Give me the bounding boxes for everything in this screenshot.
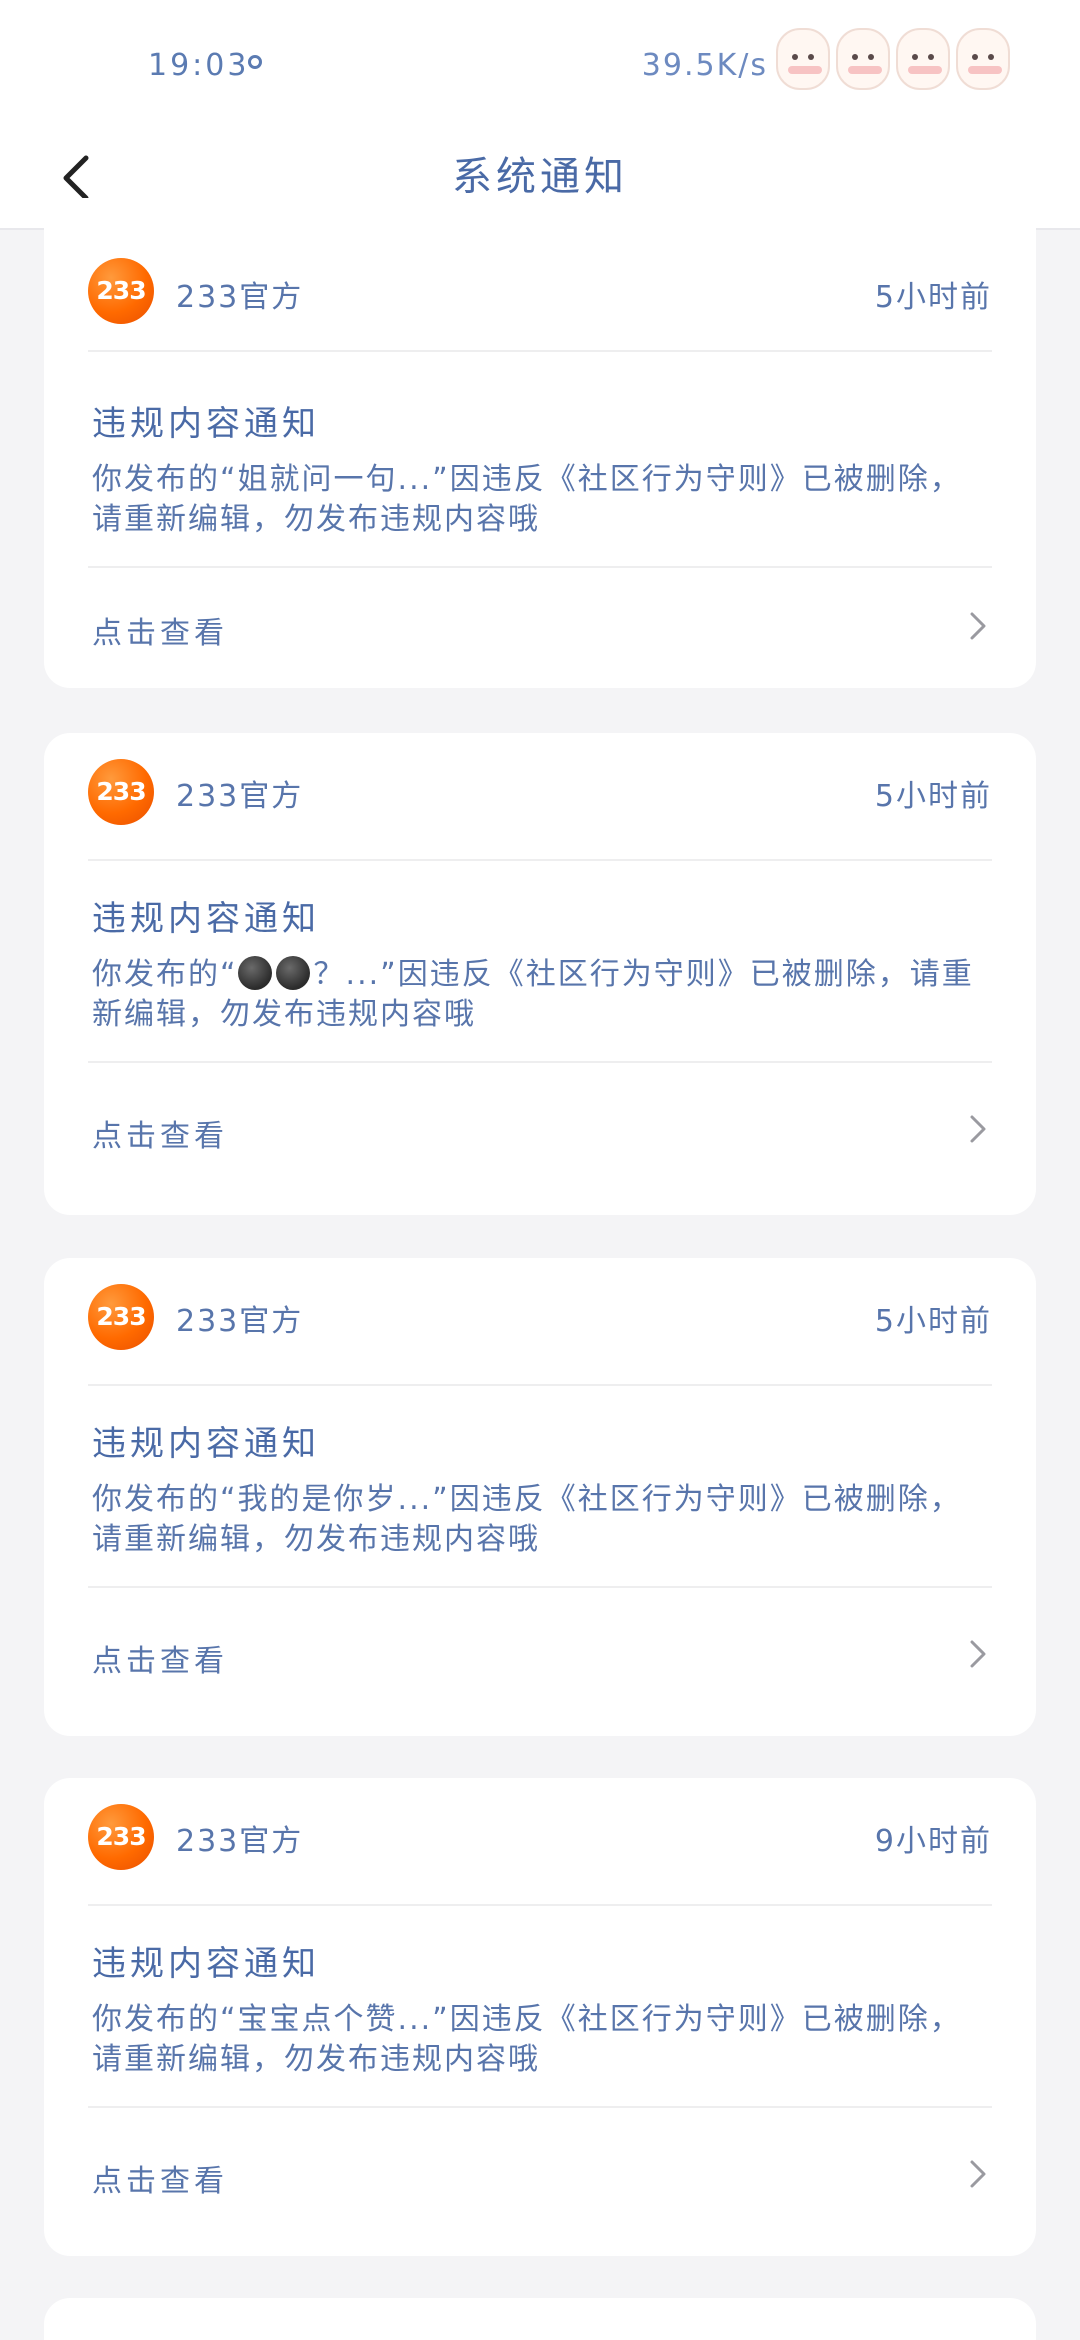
dark-face-emoji-icon [275, 956, 310, 990]
notification-time: 9小时前 [874, 1824, 992, 1859]
chevron-right-icon[interactable] [962, 1109, 992, 1149]
bunny-sticker-icon [776, 28, 830, 90]
divider [88, 2106, 992, 2108]
view-details-link[interactable]: 点击查看 [92, 1111, 228, 1155]
sender-name: 233官方 [176, 1824, 304, 1859]
notification-dot-icon [248, 55, 262, 69]
status-bar: 19:03 39.5K/s [0, 0, 1080, 130]
sender-name: 233官方 [176, 280, 304, 315]
chevron-right-icon[interactable] [962, 1634, 992, 1674]
card-header: 233 233官方 5小时前 [88, 1258, 992, 1386]
notification-title: 违规内容通知 [92, 1944, 320, 1984]
card-header: 233 233官方 5小时前 [88, 733, 992, 861]
lamb-sticker-icon [896, 28, 950, 90]
notification-time: 5小时前 [874, 1304, 992, 1339]
dark-face-emoji-icon [237, 956, 272, 990]
notification-body: 你发布的“我的是你岁...”因违反《社区行为守则》已被删除，请重新编辑，勿发布违… [92, 1482, 962, 1557]
notification-title: 违规内容通知 [92, 899, 320, 939]
notification-card[interactable]: 233 233官方 5小时前 违规内容通知 你发布的“ ？...”因违反《社区行为… [44, 733, 1036, 1215]
view-details-link[interactable]: 点击查看 [92, 608, 228, 652]
notification-body: 你发布的“ ？...”因违反《社区行为守则》已被删除，请重新编辑，勿发布违规内容哦 [92, 955, 992, 1035]
sheep-sticker-icon [836, 28, 890, 90]
body-prefix: 你发布的“ [92, 957, 238, 992]
notification-title: 违规内容通知 [92, 404, 320, 444]
sender-name: 233官方 [176, 1304, 304, 1339]
sender-name: 233官方 [176, 779, 304, 814]
card-header: 233 233官方 9小时前 [88, 1778, 992, 1906]
notification-body: 你发布的“姐就问一句...”因违反《社区行为守则》已被删除，请重新编辑，勿发布违… [92, 462, 962, 537]
notification-card[interactable] [44, 2298, 1036, 2340]
notification-title: 违规内容通知 [92, 1424, 320, 1464]
notification-body: 你发布的“宝宝点个赞...”因违反《社区行为守则》已被删除，请重新编辑，勿发布违… [92, 2002, 962, 2077]
network-speed: 39.5K/s [641, 48, 768, 83]
goat-sticker-icon [956, 28, 1010, 90]
sticker-row [776, 28, 1010, 90]
notification-time: 5小时前 [874, 779, 992, 814]
view-details-link[interactable]: 点击查看 [92, 2156, 228, 2200]
view-details-link[interactable]: 点击查看 [92, 1636, 228, 1680]
chevron-right-icon[interactable] [962, 606, 992, 646]
notification-card[interactable]: 233 233官方 9小时前 违规内容通知 你发布的“宝宝点个赞...”因违反《… [44, 1778, 1036, 2256]
status-time: 19:03 [148, 48, 250, 83]
notification-card[interactable]: 233 233官方 5小时前 违规内容通知 你发布的“我的是你岁...”因违反《… [44, 1258, 1036, 1736]
notification-card[interactable]: 233 233官方 5小时前 违规内容通知 你发布的“姐就问一句...”因违反《… [44, 198, 1036, 688]
chevron-right-icon[interactable] [962, 2154, 992, 2194]
logo-233-icon: 233 [88, 1284, 154, 1350]
logo-233-icon: 233 [88, 258, 154, 324]
divider [88, 1586, 992, 1588]
logo-233-icon: 233 [88, 1804, 154, 1870]
divider [88, 1061, 992, 1063]
page-title: 系统通知 [452, 154, 628, 200]
logo-233-icon: 233 [88, 759, 154, 825]
card-header: 233 233官方 5小时前 [88, 198, 992, 352]
divider [88, 566, 992, 568]
notification-time: 5小时前 [874, 280, 992, 315]
